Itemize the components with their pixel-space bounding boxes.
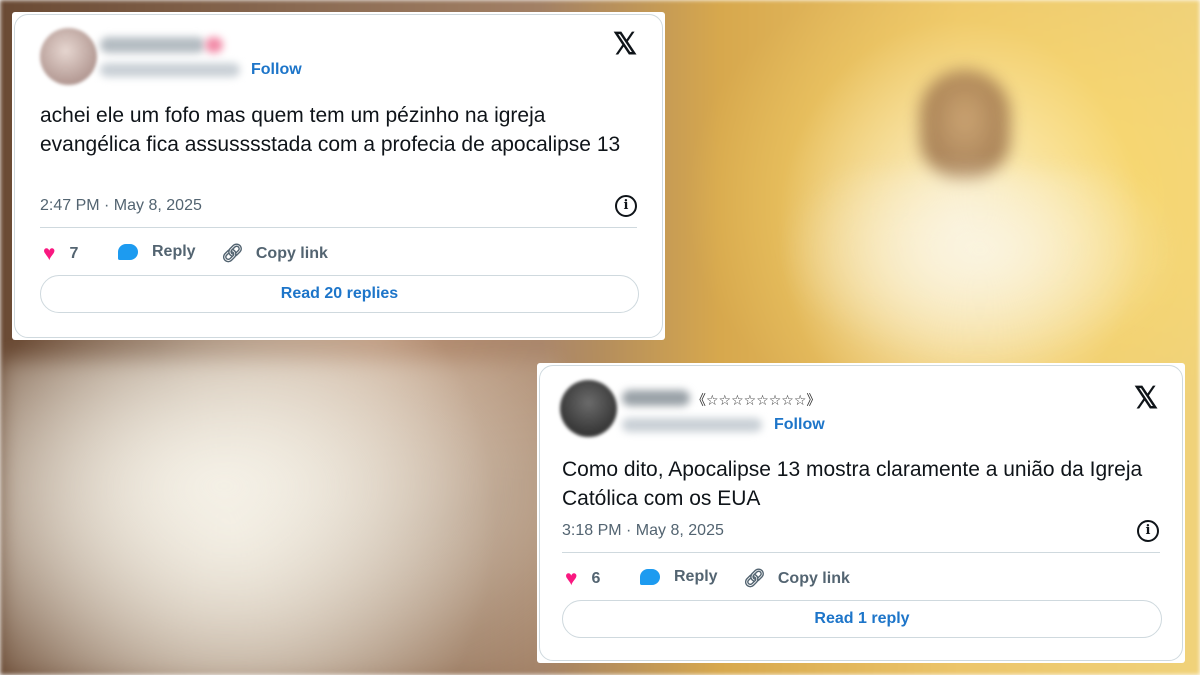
tweet-timestamp[interactable]: 2:47 PM · May 8, 2025 xyxy=(40,197,202,215)
tweet-card: 《☆☆☆☆☆☆☆☆》 Follow 𝕏 Como dito, Apocalips… xyxy=(537,363,1185,663)
tweet-text: Como dito, Apocalipse 13 mostra claramen… xyxy=(562,458,1143,510)
tweet-timestamp[interactable]: 3:18 PM · May 8, 2025 xyxy=(562,522,724,540)
reply-label: Reply xyxy=(152,243,196,260)
display-name-decoration: 《☆☆☆☆☆☆☆☆》 xyxy=(692,393,821,409)
x-logo-icon[interactable]: 𝕏 xyxy=(613,30,637,60)
heart-icon: ♥ xyxy=(565,567,578,590)
blurred-handle[interactable] xyxy=(622,418,762,432)
copy-link-label: Copy link xyxy=(255,244,328,262)
speech-bubble-icon xyxy=(640,569,660,585)
divider xyxy=(40,227,637,228)
tweet-card-body: Follow 𝕏 achei ele um fofo mas quem tem … xyxy=(14,14,663,338)
x-logo-icon[interactable]: 𝕏 xyxy=(1134,384,1158,414)
copy-link-button[interactable]: 🔗︎ Copy link xyxy=(221,243,328,264)
blurred-name-emoji xyxy=(205,37,223,53)
background-robe xyxy=(0,360,560,675)
info-icon[interactable]: i xyxy=(615,195,637,217)
link-icon: 🔗︎ xyxy=(743,568,766,588)
heart-icon: ♥ xyxy=(43,242,56,265)
avatar[interactable] xyxy=(560,380,617,437)
read-replies-button[interactable]: Read 1 reply xyxy=(562,600,1162,638)
background-figure xyxy=(920,70,1010,180)
reply-label: Reply xyxy=(674,568,718,585)
follow-button[interactable]: Follow xyxy=(251,61,302,79)
read-replies-button[interactable]: Read 20 replies xyxy=(40,275,639,313)
avatar[interactable] xyxy=(40,28,97,85)
like-count: 7 xyxy=(69,244,79,262)
copy-link-button[interactable]: 🔗︎ Copy link xyxy=(743,568,850,589)
follow-button[interactable]: Follow xyxy=(774,416,825,434)
copy-link-label: Copy link xyxy=(777,569,850,587)
reply-button[interactable]: Reply xyxy=(640,568,718,586)
blurred-display-name[interactable] xyxy=(100,37,205,53)
divider xyxy=(562,552,1160,553)
like-button[interactable]: ♥ 7 xyxy=(43,243,78,264)
like-count: 6 xyxy=(591,569,601,587)
blurred-display-name[interactable] xyxy=(622,390,690,406)
background-figure-glow xyxy=(780,170,1180,370)
tweet-text: achei ele um fofo mas quem tem um pézinh… xyxy=(40,104,621,156)
blurred-handle[interactable] xyxy=(100,63,240,77)
like-button[interactable]: ♥ 6 xyxy=(565,568,600,589)
link-icon: 🔗︎ xyxy=(221,243,244,263)
speech-bubble-icon xyxy=(118,244,138,260)
tweet-card-body: 《☆☆☆☆☆☆☆☆》 Follow 𝕏 Como dito, Apocalips… xyxy=(539,365,1183,661)
reply-button[interactable]: Reply xyxy=(118,243,196,261)
info-icon[interactable]: i xyxy=(1137,520,1159,542)
tweet-card: Follow 𝕏 achei ele um fofo mas quem tem … xyxy=(12,12,665,340)
